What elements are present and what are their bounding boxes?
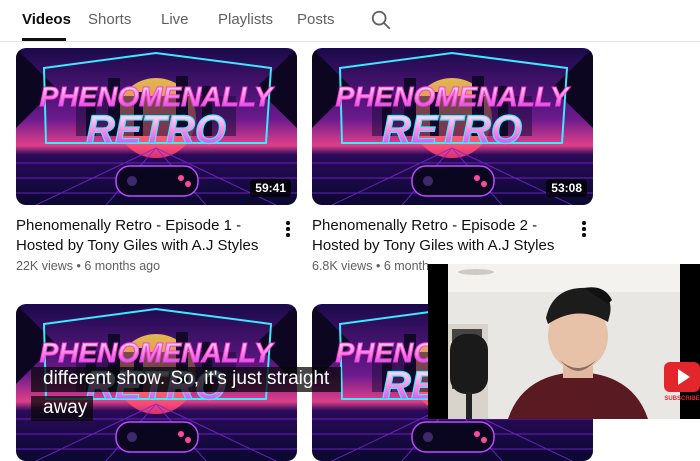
tab-playlists[interactable]: Playlists [218, 11, 273, 28]
upload-age: 6 months ago [84, 259, 161, 273]
more-options-icon[interactable] [284, 221, 292, 239]
tab-videos[interactable]: Videos [22, 11, 71, 28]
video-title-line1: Phenomenally Retro - Episode 1 - [16, 217, 242, 234]
thumbnail-title-line2: RETRO [382, 108, 522, 152]
video-title-line2: Hosted by Tony Giles with A.J Styles [312, 237, 555, 254]
pip-video-frame: SUBSCRIBE [428, 264, 700, 419]
view-count: 22K views [16, 259, 73, 273]
video-metadata: 22K views • 6 months ago [16, 259, 160, 273]
video-thumbnail[interactable]: PHENOMENALLY RETRO 53:08 [312, 48, 593, 205]
channel-tabs: Videos Shorts Live Playlists Posts [0, 0, 700, 42]
meta-separator: • [375, 259, 381, 273]
video-title[interactable]: Phenomenally Retro - Episode 1 - Hosted … [16, 216, 276, 256]
tab-shorts[interactable]: Shorts [88, 11, 131, 28]
duration-badge: 59:41 [250, 179, 291, 197]
picture-in-picture-player[interactable]: SUBSCRIBE [428, 264, 700, 419]
video-title[interactable]: Phenomenally Retro - Episode 2 - Hosted … [312, 216, 572, 256]
video-title-line2: Hosted by Tony Giles with A.J Styles [16, 237, 259, 254]
duration-badge: 53:08 [546, 179, 587, 197]
tab-live[interactable]: Live [161, 11, 189, 28]
video-title-line1: Phenomenally Retro - Episode 2 - [312, 217, 538, 234]
tab-posts[interactable]: Posts [297, 11, 335, 28]
upload-age: 6 month [383, 259, 429, 273]
subscribe-label: SUBSCRIBE [664, 396, 699, 402]
active-tab-indicator [22, 38, 66, 41]
more-options-icon[interactable] [580, 221, 588, 239]
caption-line-1: different show. So, it's just straight [31, 367, 342, 392]
search-icon[interactable] [370, 9, 392, 31]
meta-separator: • [76, 259, 81, 273]
caption-line-2: away [31, 396, 94, 421]
thumbnail-title-line2: RETRO [86, 108, 226, 152]
video-thumbnail[interactable]: PHENOMENALLY RETRO 59:41 [16, 48, 297, 205]
video-metadata: 6.8K views • 6 month [312, 259, 429, 273]
view-count: 6.8K views [312, 259, 373, 273]
